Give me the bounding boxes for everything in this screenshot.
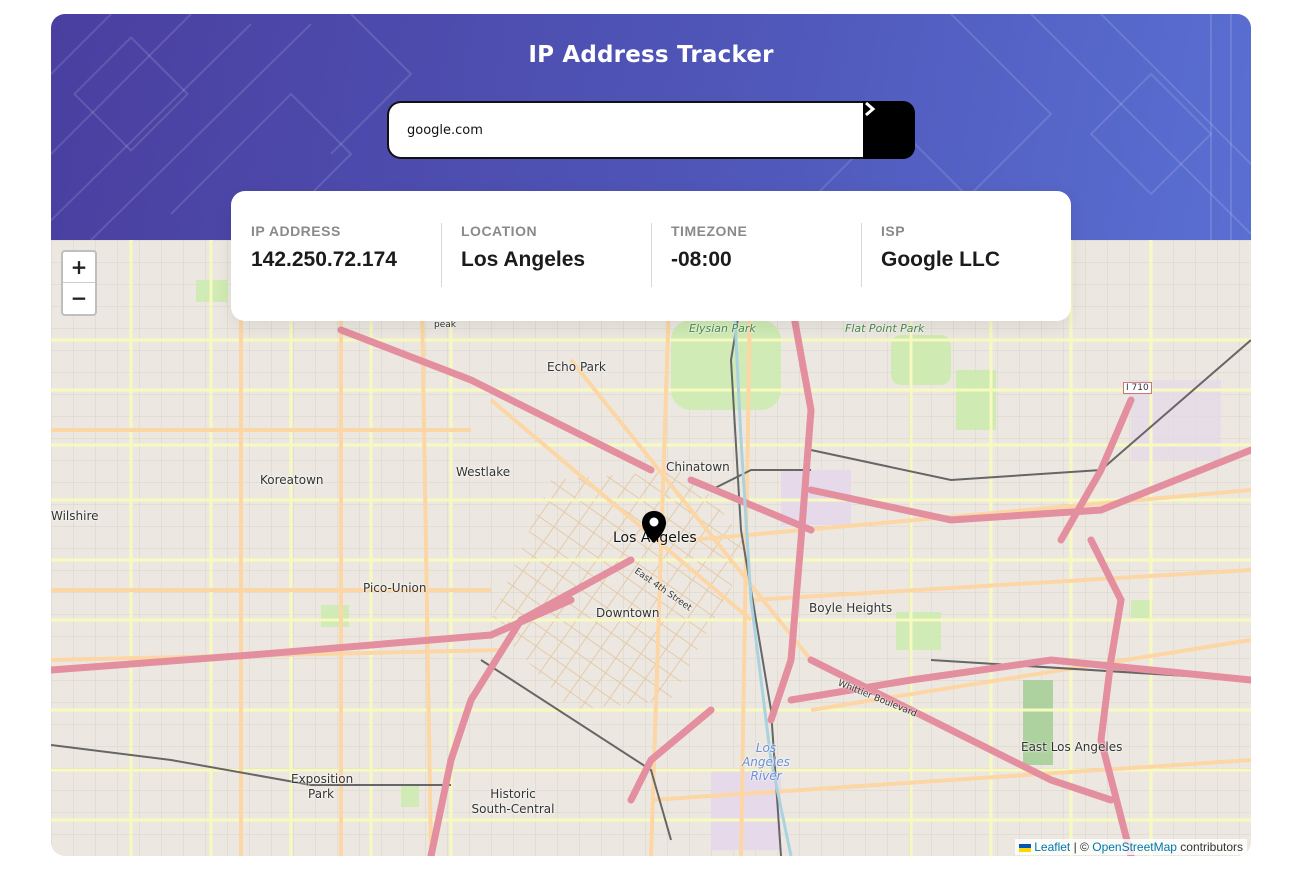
map-pin-icon: [642, 511, 666, 543]
ip-address-label: IP ADDRESS: [251, 223, 341, 239]
location-value: Los Angeles: [461, 248, 586, 271]
leaflet-link[interactable]: Leaflet: [1034, 840, 1070, 854]
openstreetmap-link[interactable]: OpenStreetMap: [1092, 840, 1177, 854]
map-label-exposition-park: Exposition Park: [291, 772, 354, 801]
map-label-flat-point-park: Flat Point Park: [845, 322, 925, 335]
timezone-cell: TIMEZONE -08:00: [651, 191, 861, 321]
map-tiles: [51, 240, 1251, 856]
map-label-i710: I 710: [1123, 382, 1152, 394]
zoom-out-button[interactable]: −: [63, 282, 95, 313]
chevron-right-icon: [865, 101, 876, 117]
map-view[interactable]: + − peak Elysian Park Flat Point Park Ec…: [51, 240, 1251, 856]
map-label-echo-park: Echo Park: [547, 360, 606, 374]
isp-cell: ISP Google LLC: [861, 191, 1071, 321]
ukraine-flag-icon: [1019, 843, 1032, 852]
map-label-peak: peak: [434, 320, 456, 330]
map-label-wilshire: Wilshire: [51, 509, 99, 523]
zoom-in-button[interactable]: +: [63, 252, 95, 282]
map-attribution: Leaflet | © OpenStreetMap contributors: [1015, 839, 1247, 855]
map-label-historic-south-central: Historic South-Central: [471, 787, 555, 816]
attribution-contributors: contributors: [1180, 840, 1243, 854]
search-bar: [387, 101, 915, 161]
ip-address-cell: IP ADDRESS 142.250.72.174: [231, 191, 441, 321]
location-label: LOCATION: [461, 223, 538, 239]
search-button[interactable]: [863, 101, 915, 159]
map-label-boyle-heights: Boyle Heights: [809, 601, 893, 615]
ip-address-value: 142.250.72.174: [251, 248, 397, 271]
map-label-east-los-angeles: East Los Angeles: [1021, 740, 1123, 754]
map-label-la-river: Los Angeles River: [742, 741, 790, 783]
search-input[interactable]: [387, 101, 863, 159]
timezone-label: TIMEZONE: [671, 223, 748, 239]
map-label-chinatown: Chinatown: [666, 460, 730, 474]
isp-label: ISP: [881, 223, 906, 239]
map-label-westlake: Westlake: [456, 465, 511, 479]
app-card: IP Address Tracker IP ADDRESS 142.250.72…: [51, 14, 1251, 856]
map-label-downtown: Downtown: [596, 606, 660, 620]
map-label-elysian-park: Elysian Park: [689, 322, 756, 335]
timezone-value: -08:00: [671, 248, 732, 271]
map-label-koreatown: Koreatown: [260, 473, 324, 487]
map-label-pico-union: Pico-Union: [363, 581, 427, 595]
ip-info-panel: IP ADDRESS 142.250.72.174 LOCATION Los A…: [231, 191, 1071, 321]
zoom-control: + −: [61, 250, 97, 316]
attribution-separator: | ©: [1073, 840, 1089, 854]
location-cell: LOCATION Los Angeles: [441, 191, 651, 321]
isp-value: Google LLC: [881, 248, 1000, 271]
page-title: IP Address Tracker: [528, 42, 774, 68]
